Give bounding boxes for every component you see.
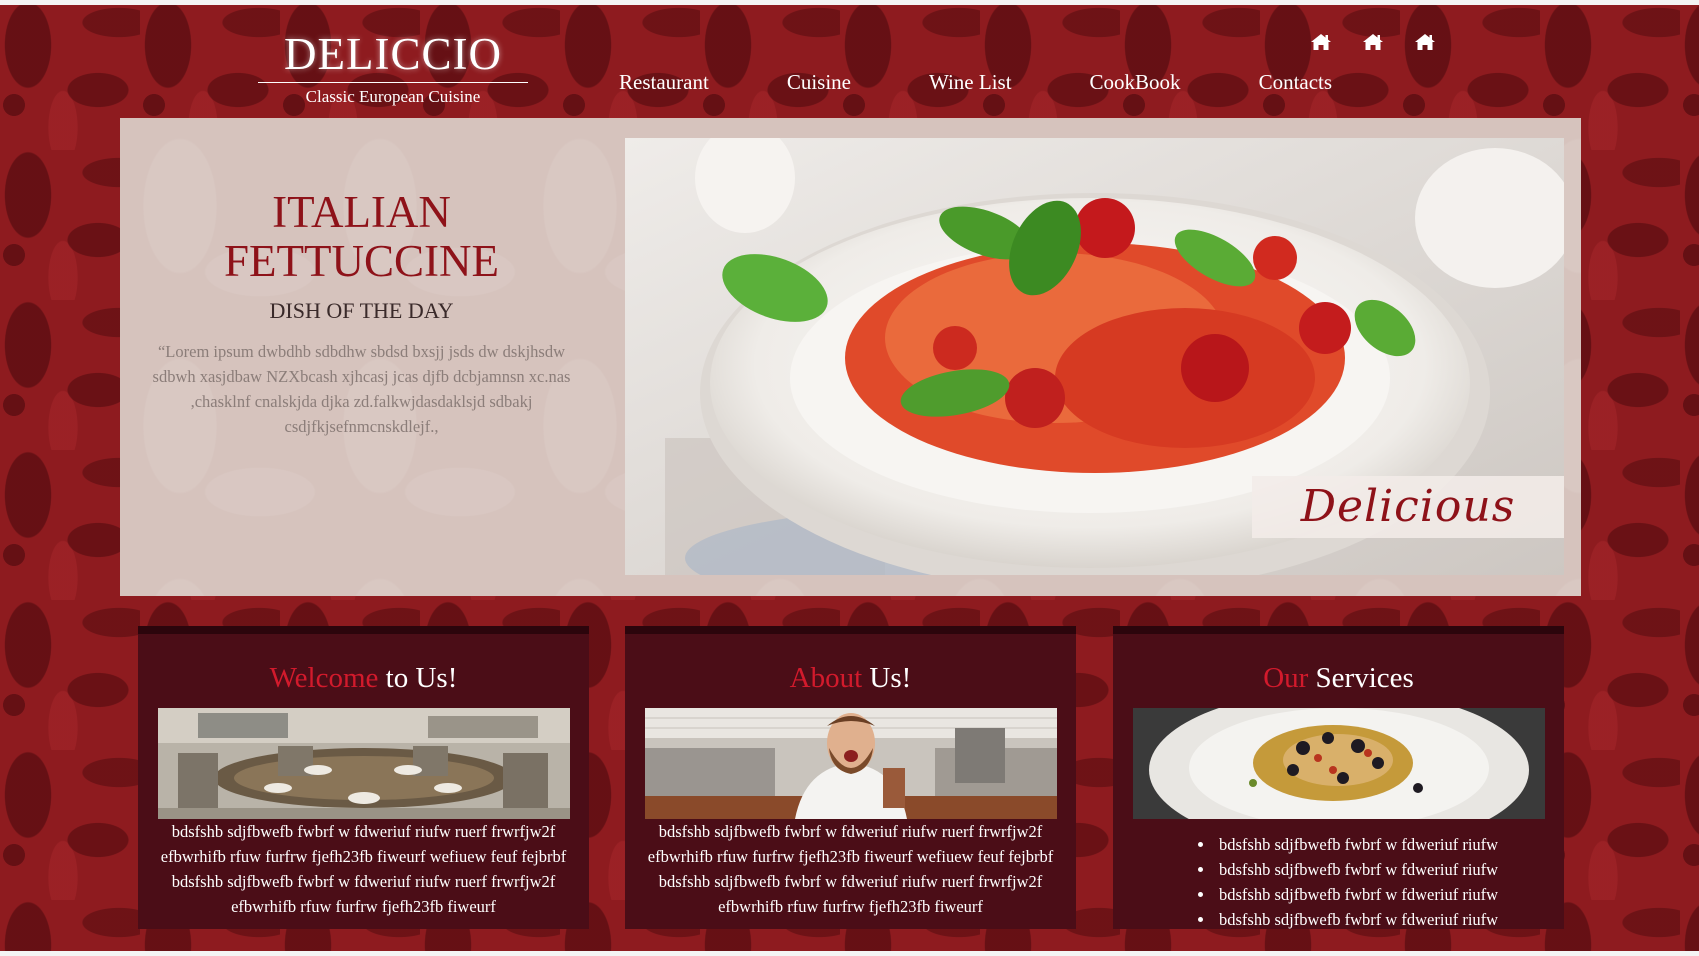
nav-item-cuisine[interactable]: Cuisine xyxy=(787,70,851,95)
dish-photo xyxy=(1132,708,1545,819)
welcome-title-accent: Welcome xyxy=(269,662,379,694)
site-logo[interactable]: DELICCIO Classic European Cuisine xyxy=(258,28,528,107)
dish-subtitle: DISH OF THE DAY xyxy=(269,298,454,323)
list-item: bdsfshb sdjfbwefb fwbrf w fdweriuf riufw xyxy=(1215,882,1564,907)
dish-title-line2: FETTUCCINE xyxy=(224,236,499,286)
home-icon[interactable] xyxy=(1362,33,1384,51)
dish-of-day: ITALIAN FETTUCCINE DISH OF THE DAY “Lore… xyxy=(120,188,603,439)
logo-title: DELICCIO xyxy=(284,29,502,79)
nav-item-contacts[interactable]: Contacts xyxy=(1259,70,1333,95)
nav-item-cookbook[interactable]: CookBook xyxy=(1090,70,1181,95)
services-list: bdsfshb sdjfbwefb fwbrf w fdweriuf riufw… xyxy=(1113,832,1564,932)
dining-room-photo xyxy=(157,708,570,819)
services-title-accent: Our xyxy=(1263,662,1309,694)
social-links xyxy=(1310,33,1436,51)
image-caption-band: Delicious xyxy=(1252,476,1564,538)
services-card: Our Services bdsfshb sdjfbwefb fwbrf w f… xyxy=(1113,626,1564,929)
home-icon[interactable] xyxy=(1414,33,1436,51)
welcome-title-rest: to Us! xyxy=(378,662,458,694)
about-title: About Us! xyxy=(625,660,1076,696)
dish-title-line1: ITALIAN xyxy=(272,187,451,237)
chef-photo xyxy=(644,708,1057,819)
list-item: bdsfshb sdjfbwefb fwbrf w fdweriuf riufw xyxy=(1215,832,1564,857)
top-border xyxy=(0,0,1699,5)
services-title-rest: Services xyxy=(1308,662,1414,694)
image-caption: Delicious xyxy=(1300,481,1516,532)
welcome-card: Welcome to Us! bdsfshb sdjfbwefb fwbrf w… xyxy=(138,626,589,929)
services-title: Our Services xyxy=(1113,660,1564,696)
welcome-title: Welcome to Us! xyxy=(138,660,589,696)
hero-section: ITALIAN FETTUCCINE DISH OF THE DAY “Lore… xyxy=(120,118,1581,596)
about-text: bdsfshb sdjfbwefb fwbrf w fdweriuf riufw… xyxy=(647,822,1054,916)
nav-item-wine-list[interactable]: Wine List xyxy=(929,70,1012,95)
welcome-text: bdsfshb sdjfbwefb fwbrf w fdweriuf riufw… xyxy=(160,822,567,916)
about-card: About Us! bdsfshb sdjfbwefb fwbrf w fdwe… xyxy=(625,626,1076,929)
list-item: bdsfshb sdjfbwefb fwbrf w fdweriuf riufw xyxy=(1215,907,1564,932)
bottom-border xyxy=(0,951,1699,956)
list-item: bdsfshb sdjfbwefb fwbrf w fdweriuf riufw xyxy=(1215,857,1564,882)
dish-description: “Lorem ipsum dwbdhb sdbdhw sbdsd bxsjj j… xyxy=(152,342,571,436)
main-nav: Restaurant Cuisine Wine List CookBook Co… xyxy=(619,70,1332,95)
about-title-accent: About xyxy=(789,662,863,694)
about-title-rest: Us! xyxy=(862,662,912,694)
logo-divider xyxy=(258,82,528,83)
pasta-photo: Delicious xyxy=(625,138,1564,575)
home-icon[interactable] xyxy=(1310,33,1332,51)
logo-subtitle: Classic European Cuisine xyxy=(305,87,481,106)
nav-item-restaurant[interactable]: Restaurant xyxy=(619,70,709,95)
